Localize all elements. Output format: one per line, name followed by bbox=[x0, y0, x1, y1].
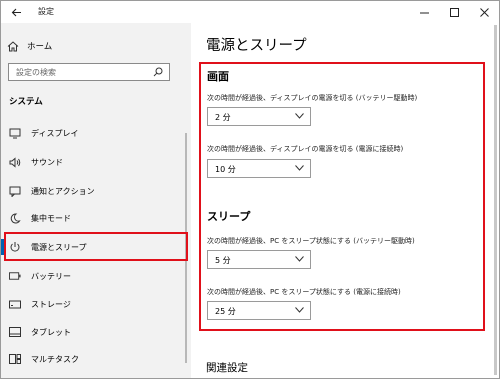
close-button[interactable] bbox=[469, 1, 499, 23]
back-button[interactable] bbox=[1, 1, 31, 23]
display-icon bbox=[9, 127, 21, 139]
chevron-down-icon bbox=[295, 307, 304, 313]
chevron-down-icon bbox=[295, 165, 304, 171]
sidebar-home[interactable]: ホーム bbox=[7, 37, 52, 55]
storage-icon bbox=[9, 298, 21, 310]
sidebar-item-tablet[interactable]: タブレット bbox=[1, 319, 191, 345]
dropdown-value: 25 分 bbox=[215, 307, 236, 316]
maximize-button[interactable] bbox=[439, 1, 469, 23]
sidebar-item-sound[interactable]: サウンド bbox=[1, 149, 191, 175]
tablet-icon bbox=[9, 326, 21, 338]
sidebar-item-label: タブレット bbox=[31, 327, 71, 337]
sound-icon bbox=[9, 156, 21, 168]
main-scrollbar[interactable] bbox=[494, 25, 497, 375]
sidebar-item-storage[interactable]: ストレージ bbox=[1, 291, 191, 317]
minimize-button[interactable] bbox=[409, 1, 439, 23]
app-title: 設定 bbox=[38, 7, 54, 16]
search-input[interactable]: 設定の検索 bbox=[8, 63, 170, 81]
search-placeholder: 設定の検索 bbox=[16, 68, 56, 77]
sidebar-item-notifications[interactable]: 通知とアクション bbox=[1, 178, 191, 204]
sidebar-item-label: 通知とアクション bbox=[31, 186, 95, 196]
dropdown-value: 2 分 bbox=[215, 113, 231, 122]
page-title: 電源とスリープ bbox=[206, 38, 307, 54]
screen-plugged-label: 次の時間が経過後、ディスプレイの電源を切る (電源に接続時) bbox=[207, 145, 404, 153]
sleep-battery-label: 次の時間が経過後、PC をスリープ状態にする (バッテリー駆動時) bbox=[207, 237, 415, 245]
sidebar-item-multitask[interactable]: マルチタスク bbox=[1, 346, 191, 372]
multitask-icon bbox=[9, 353, 21, 365]
title-bar: 設定 bbox=[1, 1, 499, 23]
close-icon bbox=[479, 7, 489, 17]
sidebar-item-label: ストレージ bbox=[31, 299, 71, 309]
screen-battery-label: 次の時間が経過後、ディスプレイの電源を切る (バッテリー駆動時) bbox=[207, 94, 418, 102]
chevron-down-icon bbox=[295, 256, 304, 262]
sidebar-item-label: 集中モード bbox=[31, 213, 71, 223]
home-label: ホーム bbox=[27, 42, 53, 52]
notification-icon bbox=[9, 185, 21, 197]
battery-icon bbox=[9, 270, 21, 282]
home-icon bbox=[7, 40, 19, 51]
related-settings-heading: 関連設定 bbox=[206, 362, 248, 374]
sidebar: ホーム 設定の検索 システム ディスプレイ サウンド 通知とアクション 集中モー… bbox=[1, 23, 191, 378]
screen-battery-dropdown[interactable]: 2 分 bbox=[207, 107, 311, 126]
dropdown-value: 10 分 bbox=[215, 165, 236, 174]
back-arrow-icon bbox=[11, 8, 21, 16]
sidebar-item-label: バッテリー bbox=[31, 271, 71, 281]
screen-plugged-dropdown[interactable]: 10 分 bbox=[207, 159, 311, 178]
maximize-icon bbox=[449, 7, 459, 17]
search-icon bbox=[153, 67, 163, 77]
moon-icon bbox=[9, 212, 21, 224]
sleep-battery-dropdown[interactable]: 5 分 bbox=[207, 250, 311, 269]
sidebar-item-label: ディスプレイ bbox=[31, 128, 79, 138]
settings-window: 設定 ホーム 設定の検索 システム ディスプレイ サウンド 通知とアクション 集… bbox=[0, 0, 500, 379]
minimize-icon bbox=[419, 12, 429, 13]
sidebar-item-display[interactable]: ディスプレイ bbox=[1, 120, 191, 146]
sidebar-item-focus[interactable]: 集中モード bbox=[1, 205, 191, 231]
section-label-system: システム bbox=[9, 97, 43, 107]
sidebar-item-label: マルチタスク bbox=[31, 354, 79, 364]
section-heading-screen: 画面 bbox=[207, 70, 229, 83]
chevron-down-icon bbox=[295, 113, 304, 119]
highlight-box-sidebar bbox=[4, 232, 188, 261]
sidebar-item-label: サウンド bbox=[31, 157, 63, 167]
sidebar-item-battery[interactable]: バッテリー bbox=[1, 263, 191, 289]
sleep-plugged-dropdown[interactable]: 25 分 bbox=[207, 301, 311, 320]
sleep-plugged-label: 次の時間が経過後、PC をスリープ状態にする (電源に接続時) bbox=[207, 288, 401, 296]
section-heading-sleep: スリープ bbox=[207, 210, 251, 223]
dropdown-value: 5 分 bbox=[215, 256, 231, 265]
